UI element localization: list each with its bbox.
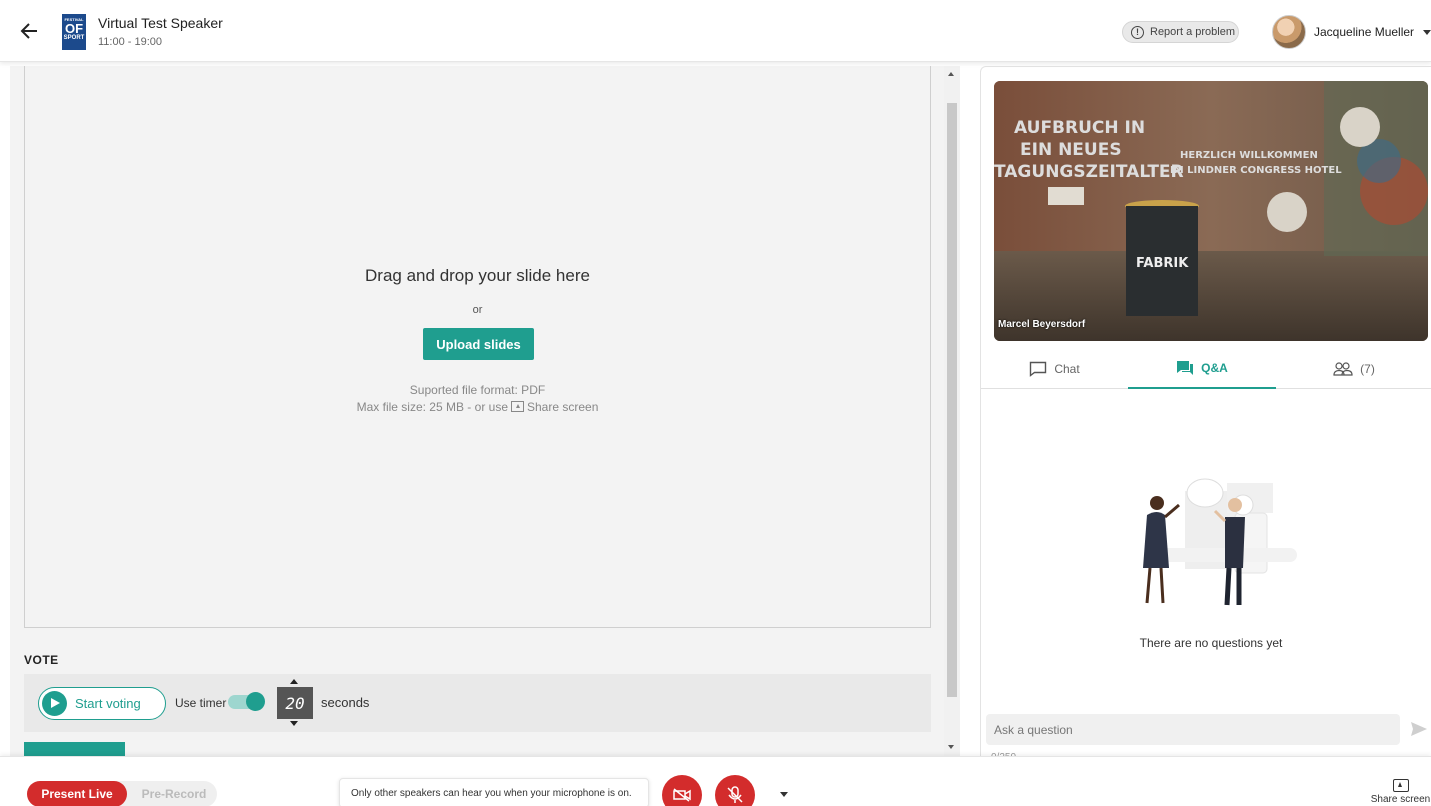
report-problem-button[interactable]: ! Report a problem bbox=[1122, 21, 1239, 43]
wall-text-4: HERZLICH WILLKOMMEN bbox=[1180, 150, 1318, 161]
wall-text-3: TAGUNGSZEITALTER bbox=[994, 162, 1184, 182]
upload-slides-button[interactable]: Upload slides bbox=[423, 328, 534, 360]
sidebar-tabs: Chat Q&A (7) bbox=[981, 349, 1431, 389]
report-problem-label: Report a problem bbox=[1150, 26, 1235, 38]
scroll-up-arrow-icon[interactable] bbox=[948, 72, 954, 76]
seconds-label: seconds bbox=[321, 695, 370, 710]
seconds-input[interactable]: 20 bbox=[277, 687, 313, 719]
no-questions-text: There are no questions yet bbox=[1139, 636, 1283, 650]
speaker-name: Marcel Beyersdorf bbox=[998, 319, 1086, 330]
share-screen-button[interactable]: Share screen bbox=[1370, 779, 1431, 805]
left-scrollbar[interactable] bbox=[944, 66, 960, 756]
tab-qa[interactable]: Q&A bbox=[1128, 349, 1276, 389]
tab-qa-label: Q&A bbox=[1201, 361, 1228, 375]
tab-chat[interactable]: Chat bbox=[981, 349, 1128, 389]
sign-circle bbox=[1267, 192, 1307, 232]
slide-drop-zone[interactable]: Drag and drop your slide here or Upload … bbox=[24, 66, 931, 628]
video-frame-illustration: AUFBRUCH IN EIN NEUES TAGUNGSZEITALTER H… bbox=[994, 81, 1428, 341]
empty-questions-illustration bbox=[1143, 478, 1297, 606]
share-screen-link[interactable]: Share screen bbox=[527, 400, 598, 414]
sign-circle bbox=[1340, 107, 1380, 147]
drop-or: or bbox=[472, 304, 483, 316]
tab-participants[interactable]: (7) bbox=[1276, 349, 1431, 389]
event-time: 11:00 - 19:00 bbox=[98, 36, 163, 48]
increment-seconds-icon[interactable] bbox=[290, 679, 298, 684]
scroll-down-arrow-icon[interactable] bbox=[948, 745, 954, 749]
drop-title: Drag and drop your slide here bbox=[365, 266, 590, 285]
share-screen-icon bbox=[1392, 779, 1409, 792]
participants-count: (7) bbox=[1360, 362, 1375, 376]
people-icon bbox=[1333, 362, 1353, 376]
speaker-video[interactable]: AUFBRUCH IN EIN NEUES TAGUNGSZEITALTER H… bbox=[994, 81, 1428, 341]
start-voting-button[interactable]: Start voting bbox=[38, 687, 166, 720]
use-timer-toggle[interactable] bbox=[228, 692, 265, 711]
arrow-left-icon[interactable] bbox=[18, 20, 40, 42]
barrel-text: FABRIK bbox=[1136, 256, 1189, 271]
file-format-note: Suported file format: PDF bbox=[409, 383, 546, 397]
qa-icon bbox=[1177, 361, 1194, 375]
toggle-knob bbox=[246, 692, 265, 711]
tab-chat-label: Chat bbox=[1054, 362, 1080, 376]
camera-off-icon bbox=[673, 788, 691, 802]
vote-heading: VOTE bbox=[24, 653, 59, 667]
alert-circle-icon: ! bbox=[1131, 25, 1144, 39]
play-icon bbox=[42, 691, 67, 716]
present-mode-toggle: Present Live Pre-Record bbox=[27, 781, 217, 806]
microphone-toggle-button[interactable] bbox=[715, 775, 755, 806]
wall-text-2: EIN NEUES bbox=[1020, 140, 1122, 160]
ask-question-input[interactable] bbox=[986, 714, 1400, 745]
file-size-text: Max file size: 25 MB - or use bbox=[356, 400, 508, 414]
share-screen-icon bbox=[511, 401, 524, 412]
vote-controls: Start voting Use timer 20 seconds bbox=[24, 674, 931, 732]
send-icon[interactable] bbox=[1410, 721, 1428, 737]
event-logo: FESTIVAL OF SPORT bbox=[62, 14, 86, 50]
pre-record-button[interactable]: Pre-Record bbox=[131, 781, 217, 806]
chat-icon bbox=[1030, 361, 1047, 377]
microphone-hint: Only other speakers can hear you when yo… bbox=[339, 778, 649, 806]
session-sidebar: AUFBRUCH IN EIN NEUES TAGUNGSZEITALTER H… bbox=[980, 66, 1431, 757]
scroll-thumb[interactable] bbox=[947, 103, 957, 697]
event-title: Virtual Test Speaker bbox=[98, 15, 223, 31]
vote-section-accent bbox=[24, 742, 125, 756]
wall-text-1: AUFBRUCH IN bbox=[1014, 118, 1145, 138]
chevron-down-icon[interactable] bbox=[1423, 30, 1431, 35]
top-bar: FESTIVAL OF SPORT Virtual Test Speaker 1… bbox=[0, 0, 1431, 62]
user-name[interactable]: Jacqueline Mueller bbox=[1314, 25, 1414, 39]
avatar[interactable] bbox=[1272, 15, 1306, 49]
device-settings-chevron-icon[interactable] bbox=[780, 792, 788, 797]
decrement-seconds-icon[interactable] bbox=[290, 721, 298, 726]
wall-text-5: IM LINDNER CONGRESS HOTEL bbox=[1170, 165, 1342, 176]
share-screen-label: Share screen bbox=[1370, 794, 1431, 805]
present-live-button[interactable]: Present Live bbox=[27, 781, 127, 806]
camera-toggle-button[interactable] bbox=[662, 775, 702, 806]
start-voting-label: Start voting bbox=[75, 696, 141, 711]
slides-panel: Drag and drop your slide here or Upload … bbox=[10, 66, 960, 756]
wall-sign bbox=[1048, 187, 1084, 205]
use-timer-label: Use timer bbox=[175, 696, 227, 710]
mic-off-icon bbox=[727, 786, 743, 803]
bottom-controls: Present Live Pre-Record Only other speak… bbox=[0, 756, 1431, 806]
file-size-note: Max file size: 25 MB - or use Share scree… bbox=[25, 400, 930, 414]
